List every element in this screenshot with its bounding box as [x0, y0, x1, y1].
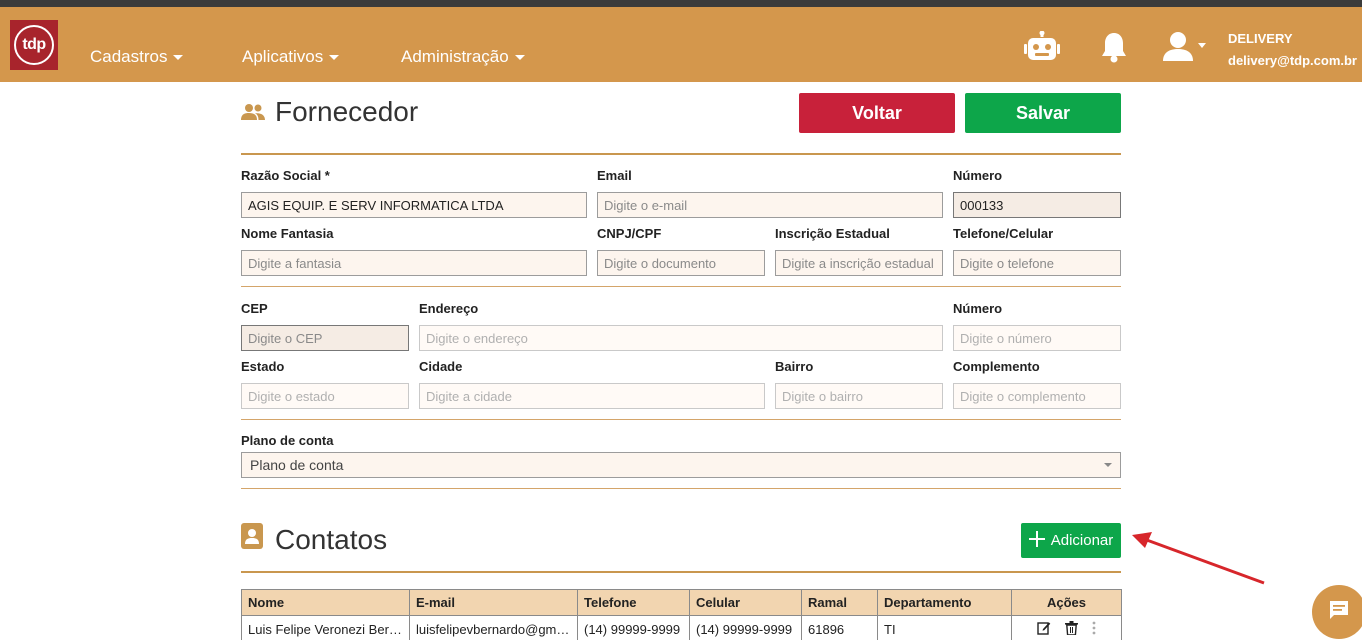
cep-input[interactable]: Digite o CEP: [241, 325, 409, 351]
edit-icon[interactable]: [1037, 621, 1051, 638]
cell-celular: (14) 99999-9999: [689, 615, 802, 640]
nome-fantasia-input[interactable]: Digite a fantasia: [241, 250, 587, 276]
telefone-input[interactable]: Digite o telefone: [953, 250, 1121, 276]
more-options-icon[interactable]: [1092, 621, 1096, 638]
column-header-nome[interactable]: Nome: [241, 589, 410, 616]
menu-cadastros-label: Cadastros: [90, 47, 168, 66]
menu-cadastros[interactable]: Cadastros: [90, 47, 184, 67]
endereco-input[interactable]: Digite o endereço: [419, 325, 943, 351]
razao-social-input[interactable]: AGIS EQUIP. E SERV INFORMATICA LTDA: [241, 192, 587, 218]
numero-label: Número: [953, 168, 1003, 183]
chat-icon: [1328, 599, 1350, 626]
cell-departamento: TI: [877, 615, 1012, 640]
estado-input[interactable]: Digite o estado: [241, 383, 409, 409]
user-name: DELIVERY: [1228, 31, 1293, 46]
email-input[interactable]: Digite o e-mail: [597, 192, 943, 218]
chevron-down-icon: [173, 54, 184, 60]
cidade-label: Cidade: [419, 359, 463, 374]
cell-nome: Luis Felipe Veronezi Bernardo: [241, 615, 410, 640]
column-header-departamento[interactable]: Departamento: [877, 589, 1012, 616]
plus-icon: [1028, 530, 1045, 551]
razao-social-label: Razão Social *: [241, 168, 330, 183]
column-header-acoes: Ações: [1011, 589, 1122, 616]
contacts-table: Nome E-mail Telefone Celular Ramal Depar…: [241, 589, 1122, 640]
telefone-label: Telefone/Celular: [953, 226, 1054, 241]
bell-icon[interactable]: [1100, 31, 1128, 68]
divider: [241, 153, 1121, 155]
table-header-row: Nome E-mail Telefone Celular Ramal Depar…: [241, 589, 1122, 616]
chat-button[interactable]: [1312, 585, 1362, 639]
menu-administracao-label: Administração: [401, 47, 509, 66]
contatos-title: Contatos: [241, 523, 387, 556]
menu-administracao[interactable]: Administração: [401, 47, 525, 67]
contatos-title-text: Contatos: [275, 523, 388, 555]
user-avatar-icon[interactable]: [1162, 31, 1208, 68]
complemento-label: Complemento: [953, 359, 1040, 374]
trash-icon[interactable]: [1065, 621, 1078, 638]
chevron-down-icon: [514, 54, 525, 60]
numero-input[interactable]: 000133: [953, 192, 1121, 218]
divider: [241, 286, 1121, 287]
cnpj-input[interactable]: Digite o documento: [597, 250, 765, 276]
column-header-ramal[interactable]: Ramal: [801, 589, 878, 616]
cidade-input[interactable]: Digite a cidade: [419, 383, 765, 409]
column-header-email[interactable]: E-mail: [409, 589, 578, 616]
endereco-label: Endereço: [419, 301, 479, 316]
divider: [241, 488, 1121, 489]
cnpj-label: CNPJ/CPF: [597, 226, 662, 241]
logo-text: tdp: [14, 25, 54, 65]
cell-acoes: [1011, 615, 1122, 640]
cell-email: luisfelipevbernardo@gmail.com: [409, 615, 578, 640]
numero-endereco-input[interactable]: Digite o número: [953, 325, 1121, 351]
menu-aplicativos[interactable]: Aplicativos: [242, 47, 340, 67]
page-title-text: Fornecedor: [275, 96, 419, 127]
email-label: Email: [597, 168, 632, 183]
complemento-input[interactable]: Digite o complemento: [953, 383, 1121, 409]
inscricao-label: Inscrição Estadual: [775, 226, 890, 241]
page-title: Fornecedor: [241, 96, 418, 128]
robot-icon[interactable]: [1024, 30, 1060, 68]
column-header-telefone[interactable]: Telefone: [577, 589, 690, 616]
cep-label: CEP: [241, 301, 268, 316]
table-row[interactable]: Luis Felipe Veronezi Bernardo luisfelipe…: [241, 615, 1122, 640]
contact-book-icon: [241, 523, 263, 556]
window-top-strip: [0, 0, 1362, 7]
add-contact-label: Adicionar: [1050, 532, 1114, 549]
numero-endereco-label: Número: [953, 301, 1003, 316]
plano-conta-selected: Plano de conta: [250, 457, 344, 473]
plano-conta-select[interactable]: Plano de conta: [241, 452, 1121, 478]
divider: [241, 419, 1121, 420]
column-header-celular[interactable]: Celular: [689, 589, 802, 616]
annotation-arrow: [1130, 530, 1270, 595]
cell-ramal: 61896: [801, 615, 878, 640]
user-email: delivery@tdp.com.br: [1228, 53, 1357, 68]
people-icon: [241, 96, 265, 128]
chevron-down-icon: [329, 54, 340, 60]
voltar-button[interactable]: Voltar: [799, 93, 955, 133]
top-navbar: tdp Cadastros Aplicativos Administração: [0, 7, 1362, 82]
inscricao-input[interactable]: Digite a inscrição estadual: [775, 250, 943, 276]
add-contact-button[interactable]: Adicionar: [1021, 523, 1121, 558]
tdp-logo[interactable]: tdp: [10, 20, 58, 70]
plano-conta-label: Plano de conta: [241, 433, 334, 448]
bairro-input[interactable]: Digite o bairro: [775, 383, 943, 409]
estado-label: Estado: [241, 359, 285, 374]
bairro-label: Bairro: [775, 359, 814, 374]
cell-telefone: (14) 99999-9999: [577, 615, 690, 640]
menu-aplicativos-label: Aplicativos: [242, 47, 324, 66]
divider: [241, 571, 1121, 573]
chevron-down-icon: [1104, 463, 1112, 467]
nome-fantasia-label: Nome Fantasia: [241, 226, 334, 241]
salvar-button[interactable]: Salvar: [965, 93, 1121, 133]
